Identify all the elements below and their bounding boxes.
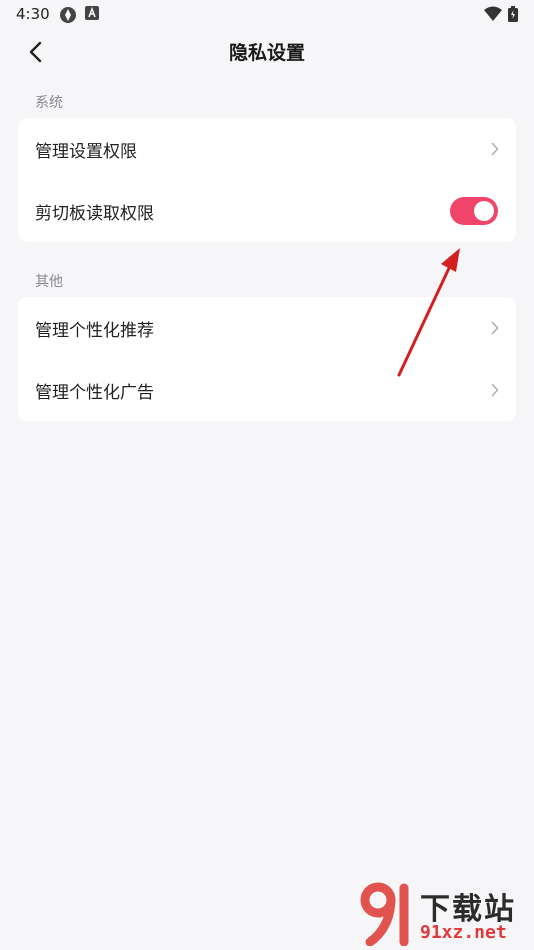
battery-icon <box>508 6 518 22</box>
row-personalized-recommendation[interactable]: 管理个性化推荐 <box>18 297 516 359</box>
settings-card-other: 管理个性化推荐 管理个性化广告 <box>18 297 516 421</box>
settings-card-system: 管理设置权限 剪切板读取权限 <box>18 118 516 242</box>
row-clipboard-permission: 剪切板读取权限 <box>18 180 516 242</box>
clipboard-permission-toggle[interactable] <box>450 197 498 225</box>
section-label-system: 系统 <box>35 95 63 111</box>
row-personalized-ads[interactable]: 管理个性化广告 <box>18 359 516 421</box>
wifi-icon <box>484 6 502 21</box>
row-label: 管理个性化推荐 <box>35 320 154 341</box>
chevron-right-icon <box>491 142 499 156</box>
watermark-logo-icon <box>360 882 409 946</box>
section-label-other: 其他 <box>35 274 63 290</box>
page-title: 隐私设置 <box>228 42 305 64</box>
chevron-right-icon <box>491 383 499 397</box>
row-label: 剪切板读取权限 <box>35 203 154 224</box>
a-badge-icon <box>85 6 99 20</box>
sync-icon <box>60 7 76 23</box>
row-label: 管理设置权限 <box>35 141 137 162</box>
row-label: 管理个性化广告 <box>35 382 154 403</box>
watermark-url: 91xz.net <box>420 922 507 943</box>
row-manage-permissions[interactable]: 管理设置权限 <box>18 118 516 180</box>
toggle-knob <box>474 201 494 221</box>
header: 隐私设置 <box>0 28 534 78</box>
status-time: 4:30 <box>16 5 50 23</box>
status-bar: 4:30 <box>0 0 534 28</box>
chevron-right-icon <box>491 321 499 335</box>
watermark: 下载站 91xz.net <box>358 880 528 946</box>
